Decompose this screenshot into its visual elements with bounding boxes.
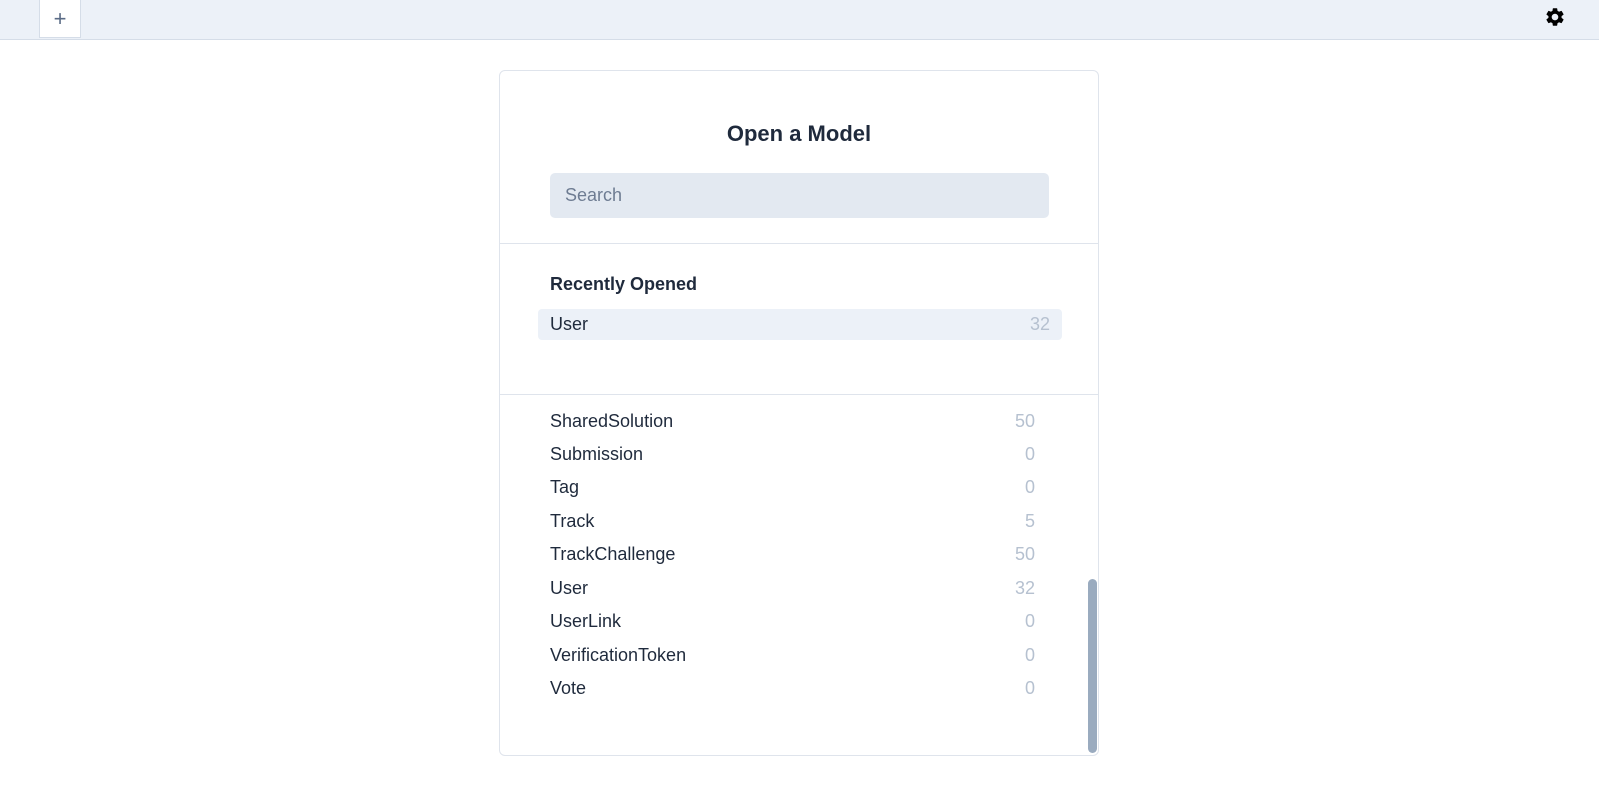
- list-item[interactable]: Vote 0: [550, 673, 1035, 703]
- page-title: Open a Model: [726, 121, 872, 146]
- list-item[interactable]: UserLink 0: [550, 606, 1035, 636]
- model-name: UserLink: [550, 610, 622, 631]
- list-item[interactable]: TrackChallenge 50: [550, 539, 1035, 569]
- model-count: 0: [1024, 644, 1035, 665]
- open-model-panel: Open a Model Recently Opened User 32 Sha…: [499, 70, 1099, 756]
- list-item[interactable]: User 32: [550, 573, 1035, 603]
- gear-icon[interactable]: [1544, 6, 1566, 28]
- recently-opened-heading: Recently Opened: [550, 274, 698, 294]
- list-item[interactable]: SharedSolution 50: [550, 406, 1035, 436]
- recently-opened-section: Recently Opened User 32: [500, 244, 1098, 395]
- model-name: TrackChallenge: [550, 543, 676, 564]
- model-list: SharedSolution 50 Submission 0 Tag 0 Tra…: [500, 396, 1098, 755]
- model-name: Track: [550, 510, 595, 531]
- model-count: 50: [1014, 410, 1035, 431]
- scrollbar-thumb[interactable]: [1088, 579, 1097, 753]
- model-name: Vote: [550, 677, 587, 698]
- model-name: VerificationToken: [550, 644, 687, 665]
- model-count: 0: [1024, 476, 1035, 497]
- model-count: 5: [1024, 510, 1035, 531]
- add-tab-button[interactable]: +: [39, 0, 81, 38]
- recent-item-user[interactable]: User 32: [538, 309, 1062, 340]
- list-item[interactable]: Track 5: [550, 506, 1035, 536]
- model-name: Submission: [550, 443, 644, 464]
- top-bar: +: [0, 0, 1599, 40]
- model-count: 0: [1024, 443, 1035, 464]
- search-input[interactable]: [550, 173, 1049, 218]
- model-count: 32: [1014, 577, 1035, 598]
- recent-item-name: User: [550, 314, 589, 334]
- model-name: Tag: [550, 476, 580, 497]
- list-item[interactable]: Submission 0: [550, 439, 1035, 469]
- list-item[interactable]: VerificationToken 0: [550, 640, 1035, 670]
- model-count: 0: [1024, 610, 1035, 631]
- recent-item-count: 32: [1029, 314, 1050, 334]
- model-name: User: [550, 577, 589, 598]
- panel-header: Open a Model: [500, 71, 1098, 244]
- model-name: SharedSolution: [550, 410, 674, 431]
- model-count: 0: [1024, 677, 1035, 698]
- list-item[interactable]: Tag 0: [550, 472, 1035, 502]
- model-count: 50: [1014, 543, 1035, 564]
